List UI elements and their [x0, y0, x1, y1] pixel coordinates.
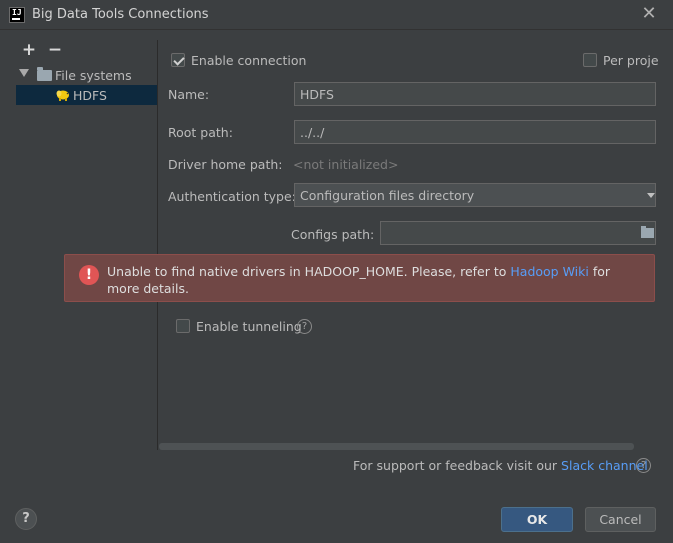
support-prefix: For support or feedback visit our: [353, 458, 562, 473]
ok-button[interactable]: OK: [501, 507, 573, 532]
help-button[interactable]: ?: [15, 508, 37, 530]
error-banner: ! Unable to find native drivers in HADOO…: [64, 254, 655, 302]
support-help-icon[interactable]: ?: [636, 458, 651, 473]
enable-connection-label[interactable]: Enable connection: [191, 53, 306, 68]
panel-divider[interactable]: [157, 40, 158, 450]
support-text: For support or feedback visit our Slack …: [353, 458, 648, 473]
driver-home-label: Driver home path:: [168, 157, 283, 172]
configs-path-field[interactable]: [380, 221, 656, 245]
error-text-before: Unable to find native drivers in HADOOP_…: [107, 264, 511, 279]
auth-type-value: Configuration files directory: [300, 188, 475, 203]
browse-folder-icon[interactable]: [641, 226, 654, 238]
configs-path-label: Configs path:: [291, 227, 375, 242]
tree-item-hdfs[interactable]: HDFS: [16, 85, 157, 105]
name-field[interactable]: HDFS: [294, 82, 656, 106]
enable-tunneling-checkbox[interactable]: [176, 319, 190, 333]
folder-icon: [37, 67, 52, 81]
name-label: Name:: [168, 87, 210, 102]
window-title: Big Data Tools Connections: [32, 7, 209, 22]
hadoop-wiki-link[interactable]: Hadoop Wiki: [510, 264, 588, 279]
cancel-button[interactable]: Cancel: [585, 507, 656, 532]
title-bar: IJ Big Data Tools Connections ✕: [0, 0, 673, 30]
root-path-label: Root path:: [168, 125, 233, 140]
per-project-label[interactable]: Per proje: [603, 53, 659, 68]
enable-connection-checkbox[interactable]: [171, 53, 185, 67]
tree-group-file-systems[interactable]: File systems: [16, 65, 157, 85]
tree-group-label: File systems: [55, 68, 132, 83]
slack-channel-link[interactable]: Slack channel: [561, 458, 648, 473]
expand-triangle-icon[interactable]: [19, 69, 29, 77]
auth-type-select[interactable]: Configuration files directory: [294, 183, 656, 207]
hadoop-elephant-icon: [56, 90, 69, 101]
error-icon: !: [79, 265, 99, 285]
per-project-checkbox[interactable]: [583, 53, 597, 67]
add-connection-button[interactable]: +: [21, 42, 37, 59]
root-path-field[interactable]: ../../: [294, 120, 656, 144]
horizontal-scrollbar[interactable]: [159, 443, 634, 450]
remove-connection-button[interactable]: −: [47, 42, 63, 59]
enable-tunneling-label[interactable]: Enable tunneling: [196, 319, 302, 334]
auth-type-label: Authentication type:: [168, 189, 296, 204]
driver-home-value: <not initialized>: [293, 157, 399, 172]
intellij-app-icon: IJ: [9, 7, 25, 23]
chevron-down-icon: [647, 193, 655, 198]
tunneling-help-icon[interactable]: ?: [297, 319, 312, 334]
tree-item-label: HDFS: [73, 88, 107, 103]
close-icon[interactable]: ✕: [640, 5, 658, 23]
error-message: Unable to find native drivers in HADOOP_…: [107, 263, 627, 297]
